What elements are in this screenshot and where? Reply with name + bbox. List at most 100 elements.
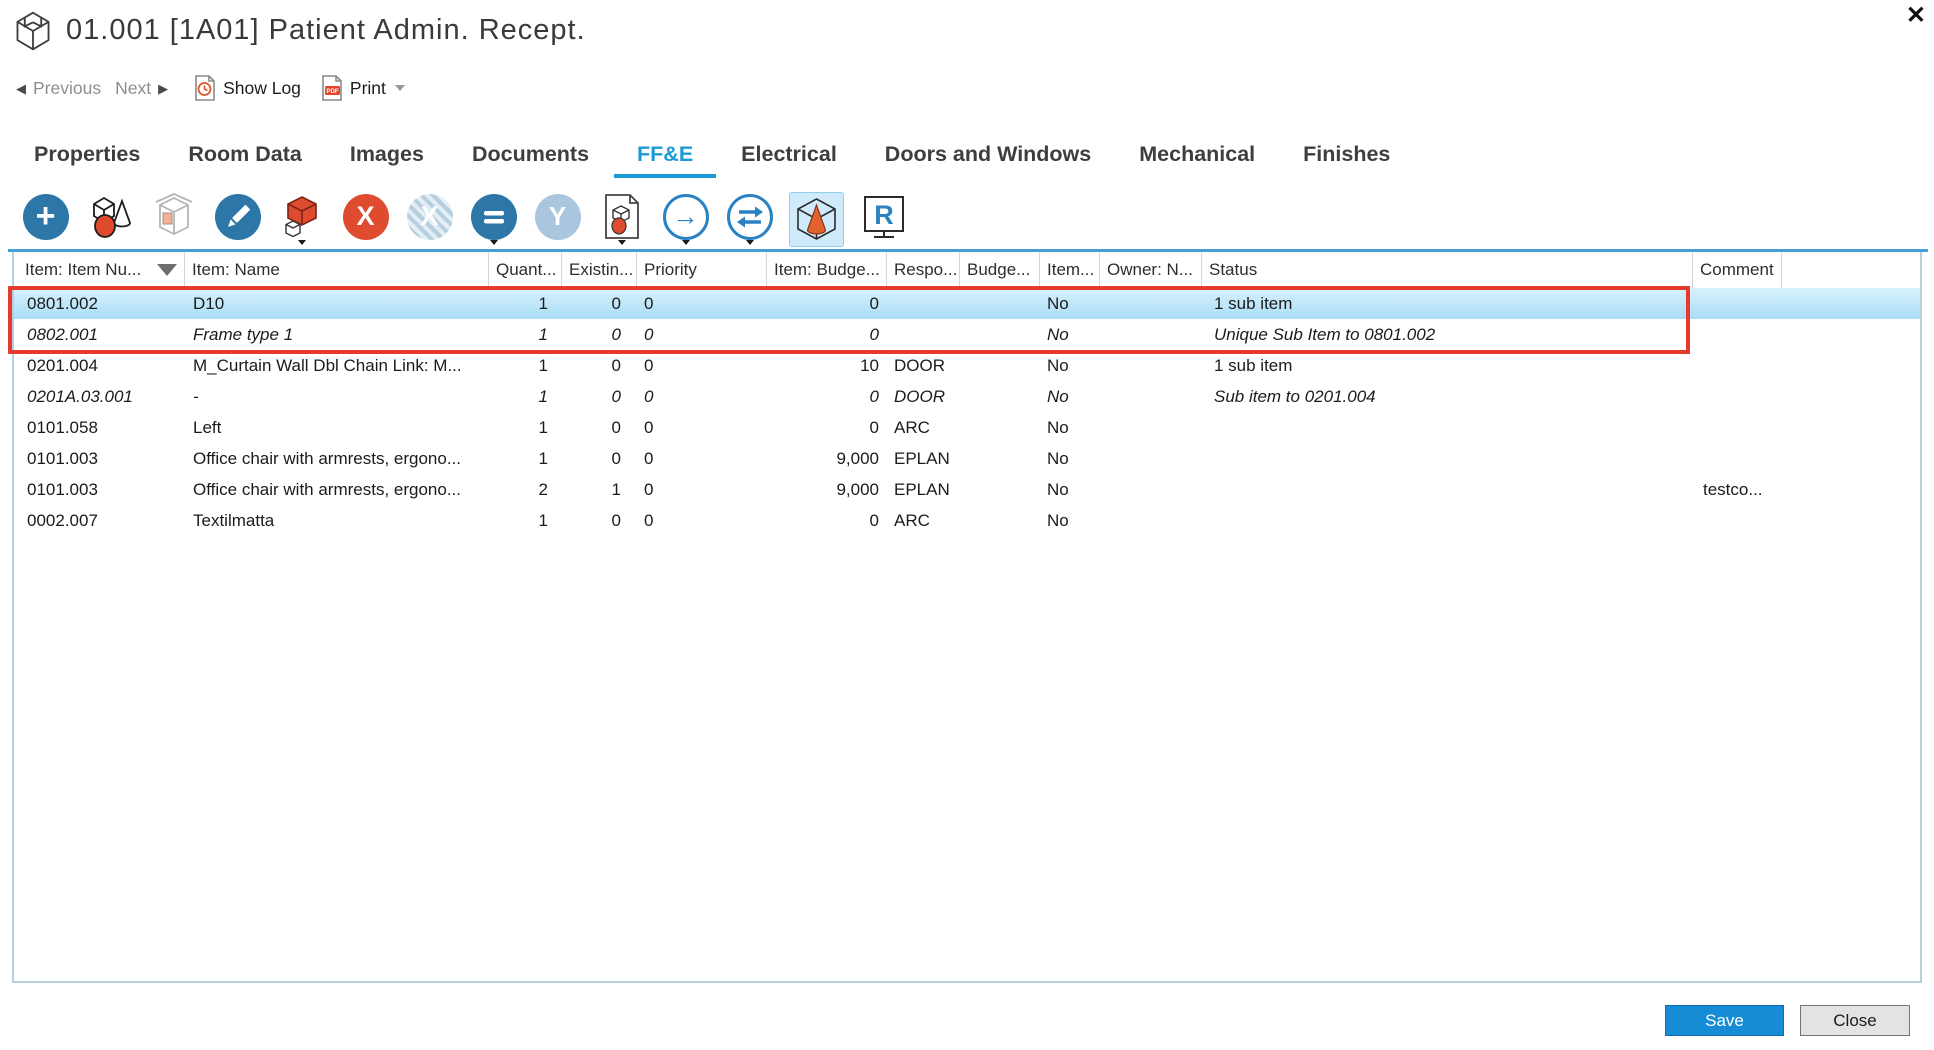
swap-arrows-icon[interactable] — [726, 193, 773, 240]
table-cell: EPLAN — [887, 474, 960, 505]
column-header-label: Item... — [1047, 260, 1094, 280]
table-cell: 0 — [767, 505, 887, 536]
arrow-right-icon[interactable]: → — [662, 193, 709, 240]
print-button[interactable]: PDF Print — [321, 75, 405, 101]
dropdown-caret-icon[interactable] — [746, 240, 754, 249]
tab-documents[interactable]: Documents — [472, 142, 589, 167]
toolbar: + — [22, 193, 907, 249]
table-cell — [1782, 443, 1920, 474]
column-header[interactable]: Item: Budge... — [767, 252, 887, 288]
table-cell: 0 — [637, 381, 767, 412]
tab-ff-e[interactable]: FF&E — [637, 142, 693, 167]
pdf-icon: PDF — [321, 75, 343, 101]
table-cell — [1202, 505, 1693, 536]
table-cell — [1782, 319, 1920, 350]
table-cell: Left — [185, 412, 489, 443]
close-button[interactable]: Close — [1800, 1005, 1910, 1036]
table-cell: 0201A.03.001 — [14, 381, 185, 412]
table-row[interactable]: 0802.001Frame type 11000NoUnique Sub Ite… — [14, 319, 1920, 350]
cube-cone-icon[interactable] — [790, 193, 843, 246]
column-header[interactable]: Respo... — [887, 252, 960, 288]
column-header-label: Status — [1209, 260, 1257, 280]
table-cell: D10 — [185, 288, 489, 319]
revit-icon[interactable]: R — [860, 193, 907, 240]
table-cell: 0 — [562, 350, 637, 381]
table-cell: M_Curtain Wall Dbl Chain Link: M... — [185, 350, 489, 381]
dropdown-caret-icon[interactable] — [298, 240, 306, 249]
tab-doors-and-windows[interactable]: Doors and Windows — [885, 142, 1091, 167]
table-cell — [960, 412, 1040, 443]
dropdown-caret-icon[interactable] — [682, 240, 690, 249]
column-header[interactable]: Budge... — [960, 252, 1040, 288]
table-cell — [1693, 505, 1782, 536]
red-cube-stack-icon[interactable] — [278, 193, 325, 240]
column-header-label: Comment — [1700, 260, 1774, 280]
show-log-button[interactable]: Show Log — [194, 75, 301, 101]
tab-finishes[interactable]: Finishes — [1303, 142, 1390, 167]
table-header: Item: Item Nu...Item: NameQuant...Existi… — [14, 252, 1920, 288]
table-cell: testco... — [1693, 474, 1782, 505]
table-cell: 1 — [489, 505, 562, 536]
table-cell: 0 — [562, 505, 637, 536]
column-header[interactable]: Item... — [1040, 252, 1100, 288]
table-row[interactable]: 0201A.03.001-1000DOORNoSub item to 0201.… — [14, 381, 1920, 412]
arrow-right-nav-icon: ▶ — [158, 82, 168, 95]
column-header[interactable]: Priority — [637, 252, 767, 288]
table-row[interactable]: 0002.007Textilmatta1000ARCNo — [14, 505, 1920, 536]
table-cell — [1782, 381, 1920, 412]
doc-cube-icon[interactable] — [598, 193, 645, 240]
next-button[interactable]: Next ▶ — [115, 78, 168, 99]
table-row[interactable]: 0101.058Left1000ARCNo — [14, 412, 1920, 443]
table-cell — [960, 288, 1040, 319]
table-cell — [887, 319, 960, 350]
column-header[interactable]: Comment — [1693, 252, 1782, 288]
column-header[interactable]: Status — [1202, 252, 1693, 288]
table-cell — [1693, 381, 1782, 412]
equals-icon[interactable] — [470, 193, 517, 240]
table-cell — [1693, 443, 1782, 474]
column-header-label: Item: Budge... — [774, 260, 880, 280]
table-cell: Textilmatta — [185, 505, 489, 536]
table-row[interactable]: 0101.003Office chair with armrests, ergo… — [14, 474, 1920, 505]
sort-desc-icon[interactable] — [157, 264, 177, 276]
window-close-button[interactable]: ✕ — [1906, 2, 1926, 30]
log-clock-icon — [194, 75, 216, 101]
table-row[interactable]: 0801.002D101000No1 sub item — [14, 288, 1920, 319]
dropdown-caret-icon[interactable] — [490, 240, 498, 249]
column-header[interactable]: Item: Name — [185, 252, 489, 288]
column-header-label: Respo... — [894, 260, 957, 280]
delete-icon[interactable]: X — [342, 193, 389, 240]
tab-electrical[interactable]: Electrical — [741, 142, 837, 167]
shapes-icon[interactable] — [86, 193, 133, 240]
column-header[interactable]: Owner: N... — [1100, 252, 1202, 288]
add-icon[interactable]: + — [22, 193, 69, 240]
dropdown-caret-icon[interactable] — [618, 240, 626, 249]
table-cell: No — [1040, 443, 1100, 474]
tab-room-data[interactable]: Room Data — [188, 142, 301, 167]
table-cell: No — [1040, 350, 1100, 381]
column-header[interactable]: Existin... — [562, 252, 637, 288]
table-row[interactable]: 0201.004M_Curtain Wall Dbl Chain Link: M… — [14, 350, 1920, 381]
table-cell: 1 — [489, 443, 562, 474]
table-cell — [960, 505, 1040, 536]
box-contents-icon[interactable] — [150, 193, 197, 240]
column-header[interactable]: Quant... — [489, 252, 562, 288]
table-cell — [887, 288, 960, 319]
save-button[interactable]: Save — [1665, 1005, 1784, 1036]
table-cell — [1782, 474, 1920, 505]
table-cell: 1 — [489, 319, 562, 350]
table-cell: DOOR — [887, 350, 960, 381]
tab-mechanical[interactable]: Mechanical — [1139, 142, 1255, 167]
tab-bar: Properties Room Data Images Documents FF&E El… — [34, 142, 1390, 184]
previous-button[interactable]: ◀ Previous — [16, 78, 101, 99]
table-cell: 0 — [767, 412, 887, 443]
table-cell: Unique Sub Item to 0801.002 — [1202, 319, 1693, 350]
tab-images[interactable]: Images — [350, 142, 424, 167]
table-cell: 0002.007 — [14, 505, 185, 536]
table-cell: 1 sub item — [1202, 288, 1693, 319]
window-title: 01.001 [1A01] Patient Admin. Recept. — [66, 14, 586, 47]
edit-icon[interactable] — [214, 193, 261, 240]
table-row[interactable]: 0101.003Office chair with armrests, ergo… — [14, 443, 1920, 474]
tab-properties[interactable]: Properties — [34, 142, 140, 167]
column-header[interactable]: Item: Item Nu... — [14, 252, 185, 288]
